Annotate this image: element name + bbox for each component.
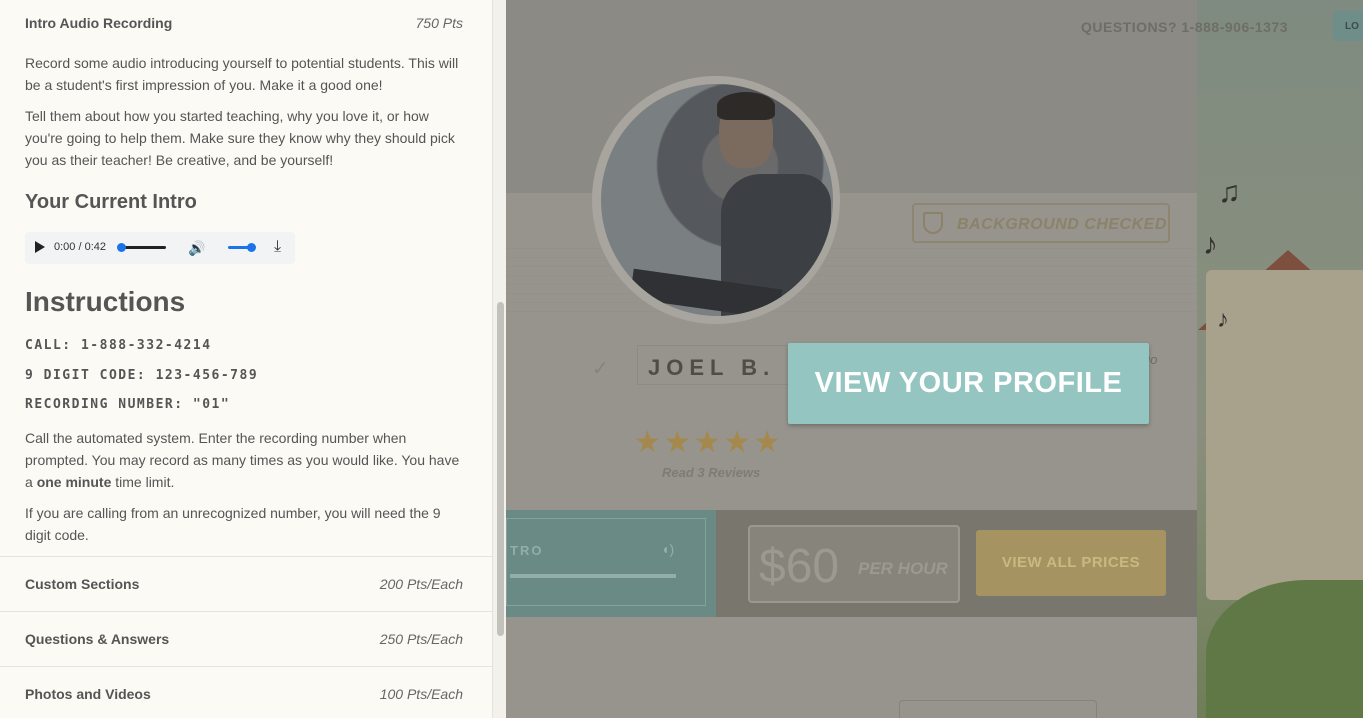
speaker-icon: ◖) [661, 541, 675, 557]
section-row-photos-videos[interactable]: Photos and Videos 100 Pts/Each [0, 666, 492, 718]
recording-number: RECORDING NUMBER: "01" [25, 397, 231, 412]
section-row-custom-sections[interactable]: Custom Sections 200 Pts/Each [0, 556, 492, 611]
panel-scrollbar[interactable] [492, 0, 506, 718]
price-amount: $60 [759, 540, 840, 593]
background-checked-label: BACKGROUND CHECKED [957, 216, 1167, 233]
intro-audio-section-header[interactable]: Intro Audio Recording 750 Pts [0, 15, 492, 31]
questions-phone[interactable]: QUESTIONS? 1-888-906-1373 [1081, 19, 1288, 35]
intro-player-border [506, 518, 706, 606]
login-button[interactable]: LO [1333, 11, 1363, 41]
price-unit: PER HOUR [858, 559, 948, 578]
intro-label: TRO [510, 543, 544, 558]
scrollbar-thumb[interactable] [497, 302, 504, 636]
read-reviews-link[interactable]: Read 3 Reviews [662, 465, 760, 480]
points-panel: Intro Audio Recording 750 Pts Record som… [0, 0, 492, 718]
audio-time: 0:00 / 0:42 [54, 241, 106, 253]
section-points: 100 Pts/Each [379, 686, 463, 702]
teacher-name-box: JOEL B. [637, 345, 797, 385]
view-your-profile-button[interactable]: VIEW YOUR PROFILE [788, 343, 1149, 424]
section-points: 250 Pts/Each [379, 631, 463, 647]
instructions-text-1-b: time limit. [111, 474, 175, 490]
intro-progress-bar[interactable] [510, 574, 676, 578]
music-note-icon: ♫ [1218, 176, 1241, 209]
bottom-input-box [899, 700, 1097, 718]
avatar [601, 84, 833, 316]
shield-icon [923, 212, 943, 234]
section-row-questions-answers[interactable]: Questions & Answers 250 Pts/Each [0, 611, 492, 666]
current-intro-heading: Your Current Intro [25, 191, 197, 213]
intro-description-2: Tell them about how you started teaching… [25, 108, 455, 168]
view-your-profile-label: VIEW YOUR PROFILE [814, 367, 1123, 399]
check-icon: ✓ [592, 358, 609, 380]
call-number: CALL: 1-888-332-4214 [25, 338, 212, 353]
section-points: 200 Pts/Each [379, 576, 463, 592]
background-checked-badge: BACKGROUND CHECKED [912, 203, 1170, 243]
download-icon[interactable]: ⤓ [274, 238, 281, 256]
avatar-hair [717, 92, 775, 120]
price-box: $60 PER HOUR [748, 525, 960, 603]
instructions-heading: Instructions [25, 286, 186, 317]
audio-player: 0:00 / 0:42 🔊 ⤓ [25, 232, 295, 264]
volume-slider[interactable] [228, 243, 256, 252]
teacher-name: JOEL B. [648, 355, 776, 380]
section-title: Photos and Videos [25, 686, 151, 702]
instructions-text-2: If you are calling from an unrecognized … [25, 505, 441, 543]
profile-preview: ♫ ♪ ♪ QUESTIONS? 1-888-906-1373 LO BACKG… [506, 0, 1363, 718]
intro-audio-points: 750 Pts [415, 15, 463, 31]
rating-stars: ★★★★★ [634, 426, 784, 459]
digit-code: 9 DIGIT CODE: 123-456-789 [25, 368, 259, 383]
music-note-icon: ♪ [1203, 228, 1218, 261]
progress-handle[interactable] [117, 243, 126, 252]
intro-description-1: Record some audio introducing yourself t… [25, 55, 459, 93]
music-note-icon: ♪ [1217, 306, 1229, 333]
volume-handle[interactable] [247, 243, 256, 252]
audio-progress-slider[interactable] [117, 243, 166, 252]
intro-audio-title: Intro Audio Recording [25, 15, 173, 31]
intro-player-box[interactable]: TRO ◖) [506, 510, 716, 617]
house-illustration [1206, 270, 1363, 600]
play-icon[interactable] [35, 241, 45, 253]
time-limit-emphasis: one minute [36, 474, 112, 490]
section-title: Questions & Answers [25, 631, 170, 647]
instructions-text-1: Call the automated system. Enter the rec… [25, 427, 465, 493]
volume-icon[interactable]: 🔊 [188, 240, 205, 257]
view-all-prices-button[interactable]: VIEW ALL PRICES [976, 530, 1166, 596]
section-title: Custom Sections [25, 576, 140, 592]
view-all-prices-label: VIEW ALL PRICES [1001, 554, 1141, 571]
